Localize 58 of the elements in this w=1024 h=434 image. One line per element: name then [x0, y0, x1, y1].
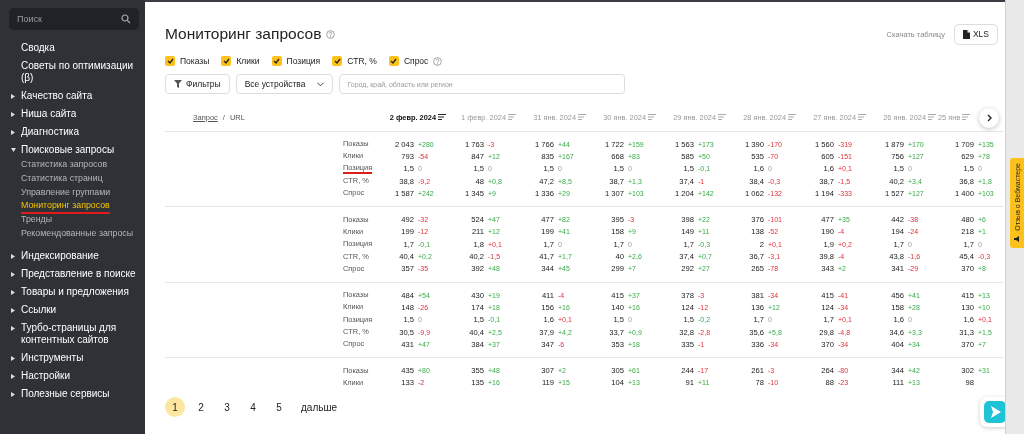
- sidebar-item[interactable]: Советы по оптимизации (β): [17, 60, 139, 84]
- checkbox[interactable]: [271, 56, 282, 66]
- sort-icon: [438, 114, 446, 120]
- document-icon: [962, 29, 970, 39]
- sidebar-item[interactable]: Настройки: [17, 369, 71, 382]
- sidebar-subitem[interactable]: Рекомендованные запросы: [21, 228, 134, 242]
- sidebar-item[interactable]: Инструменты: [17, 351, 84, 364]
- search-field[interactable]: Поиск: [9, 8, 139, 30]
- sidebar-subitem[interactable]: Статистика страниц: [21, 172, 103, 187]
- checkbox-label[interactable]: Спрос: [403, 56, 429, 66]
- sort-icon: [648, 114, 656, 120]
- page-button[interactable]: 4: [243, 397, 263, 418]
- checkbox-label[interactable]: Позиция: [286, 56, 321, 66]
- checkbox[interactable]: [165, 56, 175, 66]
- checkbox-label[interactable]: Показы: [180, 56, 210, 66]
- sort-icon: [718, 114, 726, 120]
- search-icon: [121, 14, 131, 24]
- sidebar-subitem[interactable]: Статистика запросов: [21, 159, 108, 173]
- page-button[interactable]: 5: [269, 397, 289, 418]
- next-page-link[interactable]: дальше: [299, 401, 340, 413]
- sort-icon: [962, 114, 971, 120]
- sidebar-item[interactable]: Поисковые запросы: [17, 144, 115, 156]
- sidebar-item[interactable]: Товары и предложения: [17, 285, 129, 298]
- sidebar-item[interactable]: Полезные сервисы: [17, 387, 110, 400]
- sort-icon: [858, 114, 866, 120]
- checkbox-label[interactable]: Клики: [236, 56, 260, 66]
- funnel-icon: [174, 80, 182, 88]
- page-button[interactable]: 1: [165, 397, 185, 418]
- caret-icon: [317, 81, 325, 87]
- sidebar-item[interactable]: Сводка: [17, 42, 55, 54]
- megaphone-icon: [1013, 234, 1021, 243]
- checkbox-label[interactable]: CTR, %: [347, 56, 377, 66]
- chevron-right-icon: [986, 114, 992, 122]
- filters-button[interactable]: Фильтры: [165, 74, 230, 94]
- sidebar-item[interactable]: Ниша сайта: [17, 108, 77, 120]
- xls-button[interactable]: XLS: [953, 23, 998, 45]
- scroll-right-button[interactable]: [979, 108, 999, 128]
- sort-icon: [928, 114, 936, 120]
- page-button[interactable]: 2: [191, 397, 211, 418]
- sidebar-item[interactable]: Качество сайта: [17, 90, 93, 102]
- device-dropdown[interactable]: Все устройства: [235, 74, 334, 94]
- sidebar-item[interactable]: Ссылки: [17, 303, 57, 316]
- checkbox[interactable]: [388, 56, 399, 66]
- page-button[interactable]: 3: [217, 397, 237, 418]
- sidebar-subitem[interactable]: Тренды: [21, 214, 52, 228]
- sidebar-subitem[interactable]: Управление группами: [21, 186, 111, 201]
- sort-icon: [578, 114, 586, 120]
- sort-icon: [508, 114, 516, 120]
- sidebar-item[interactable]: Индексирование: [17, 249, 99, 262]
- checkbox[interactable]: [221, 56, 232, 66]
- sort-icon: [788, 114, 796, 120]
- page-title: Мониторинг запросов: [165, 25, 322, 43]
- sidebar-item[interactable]: Диагностика: [17, 126, 79, 138]
- play-icon: [984, 401, 1005, 423]
- sidebar-subitem[interactable]: Мониторинг запросов: [21, 200, 110, 215]
- sidebar-item[interactable]: Турбо-страницы для контентных сайтов: [17, 321, 139, 346]
- sidebar-item[interactable]: Представление в поиске: [17, 267, 136, 280]
- checkbox[interactable]: [332, 56, 343, 66]
